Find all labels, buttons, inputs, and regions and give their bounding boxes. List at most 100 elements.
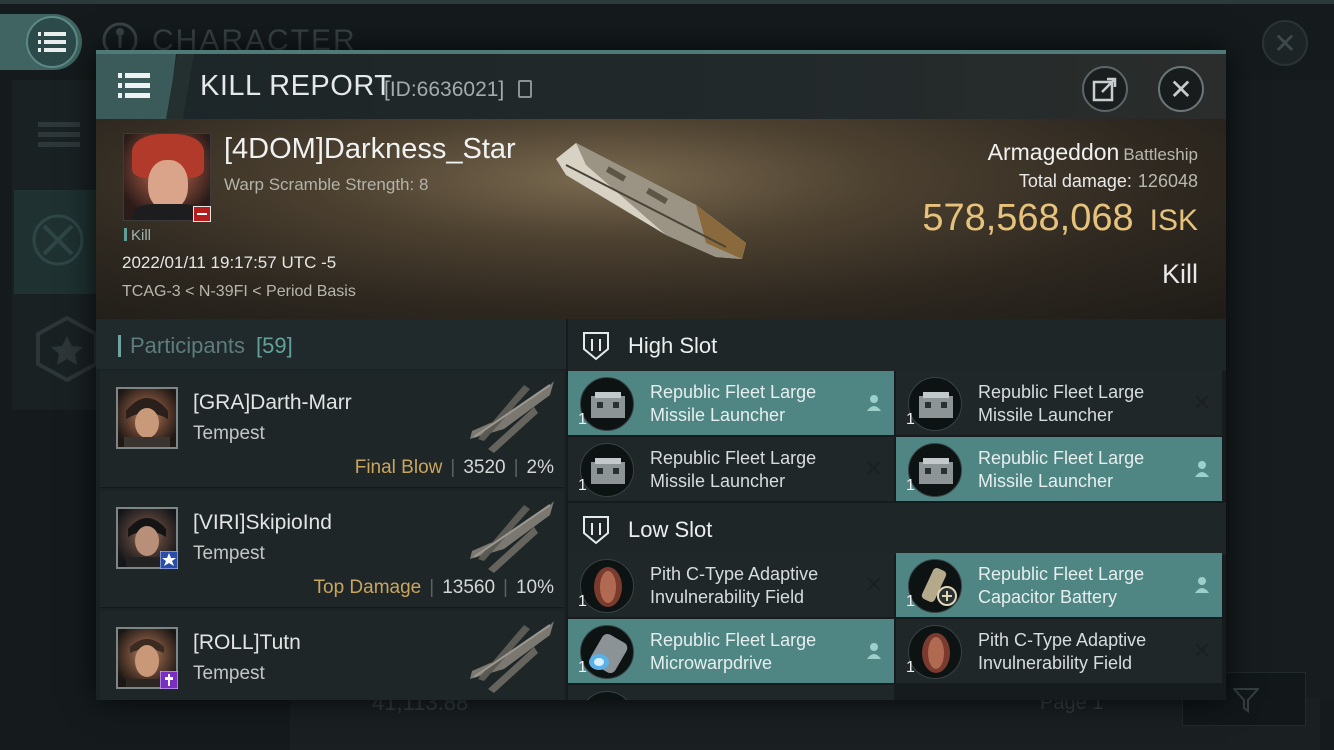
participant-stats: Top Damage | 13560 | 10% (313, 577, 554, 598)
close-icon: ✕ (1169, 73, 1193, 105)
missile-launcher-icon (580, 443, 634, 497)
missile-launcher-icon (908, 377, 962, 431)
ship-name[interactable]: Armageddon Battleship (988, 139, 1198, 166)
module-item-partial[interactable] (568, 685, 894, 700)
damage-percent: 2% (526, 457, 554, 478)
high-slot-header: High Slot (568, 319, 1226, 371)
participant-row[interactable]: [ROLL]Tutn Tempest (100, 611, 564, 700)
dropped-pilot-icon (864, 641, 884, 661)
participant-row[interactable]: [VIRI]SkipioInd Tempest Top Damage | 13560… (100, 491, 564, 608)
ship-thumbnail (470, 501, 554, 573)
low-slot-icon (583, 516, 609, 545)
crossed-swords-icon (32, 214, 84, 266)
destroyed-icon: ✕ (864, 572, 884, 597)
high-slot-icon (583, 332, 609, 361)
module-item[interactable]: 1 Pith C-Type Adaptive Invulnerability F… (896, 619, 1222, 683)
dialog-title: KILL REPORT (200, 70, 393, 102)
standing-minus-icon (193, 206, 211, 222)
participants-header: Participants [59] (96, 319, 566, 369)
module-name: Republic Fleet Large Missile Launcher (650, 448, 817, 491)
module-item[interactable]: 1 Pith C-Type Adaptive Invulnerability F… (568, 553, 894, 617)
participant-portrait[interactable] (116, 387, 178, 449)
share-button[interactable] (1082, 66, 1128, 112)
module-item[interactable]: 1 Republic Fleet Large Missile Launcher (896, 437, 1222, 501)
participant-stats: Final Blow | 3520 | 2% (354, 457, 554, 478)
top-damage-tag: Top Damage (313, 577, 422, 598)
module-quantity: 1 (578, 659, 587, 676)
victim-name[interactable]: [4DOM]Darkness_Star (224, 133, 516, 166)
module-name: Republic Fleet Large Missile Launcher (978, 448, 1145, 491)
module-quantity: 1 (906, 593, 915, 610)
external-link-icon (1092, 77, 1117, 102)
top-border (0, 0, 1334, 4)
module-icon (580, 691, 634, 700)
close-button[interactable]: ✕ (1158, 66, 1204, 112)
module-name: Republic Fleet Large Missile Launcher (650, 382, 817, 425)
module-name: Pith C-Type Adaptive Invulnerability Fie… (650, 564, 819, 607)
destroyed-icon: ✕ (1192, 390, 1212, 415)
module-item[interactable]: 1 Republic Fleet Large Missile Launcher … (568, 437, 894, 501)
module-quantity: 1 (906, 659, 915, 676)
copy-icon[interactable] (518, 80, 532, 98)
invulnerability-field-icon (580, 559, 634, 613)
star-badge-icon (160, 551, 178, 569)
participant-row[interactable]: [GRA]Darth-Marr Tempest Final Blow | 3520 |… (100, 371, 564, 488)
damage-value: 3520 (463, 457, 506, 478)
dialog-header: KILL REPORT [ID:6636021] ✕ (96, 54, 1226, 119)
module-quantity: 1 (578, 411, 587, 428)
participant-ship: Tempest (193, 663, 265, 684)
participant-name: [GRA]Darth-Marr (193, 391, 352, 414)
list-icon (38, 122, 80, 147)
module-item[interactable]: 1 Republic Fleet Large Capacitor Battery (896, 553, 1222, 617)
participant-name: [VIRI]SkipioInd (193, 511, 332, 534)
background-close-button[interactable]: ✕ (1262, 20, 1308, 66)
low-slot-title: Low Slot (628, 517, 713, 542)
module-quantity: 1 (578, 477, 587, 494)
module-quantity: 1 (906, 411, 915, 428)
destroyed-icon: ✕ (864, 456, 884, 481)
module-item[interactable]: 1 Republic Fleet Large Missile Launcher … (896, 371, 1222, 435)
star-shield-icon[interactable] (34, 316, 100, 382)
module-name: Republic Fleet Large Microwarpdrive (650, 630, 817, 673)
high-slot-title: High Slot (628, 333, 718, 358)
ship-class: Battleship (1123, 145, 1198, 164)
menu-icon (26, 16, 78, 68)
kill-report-dialog: KILL REPORT [ID:6636021] ✕ [4DOM]Darknes… (96, 50, 1226, 700)
missile-launcher-icon (908, 443, 962, 497)
dropped-pilot-icon (864, 393, 884, 413)
capacitor-battery-icon (908, 559, 962, 613)
participant-ship: Tempest (193, 423, 265, 444)
kill-tag: Kill (124, 227, 151, 244)
dialog-menu-button[interactable] (96, 54, 176, 119)
fitting-panel: High Slot 1 Republic Fleet Large Missile… (568, 319, 1226, 700)
module-name: Republic Fleet Large Missile Launcher (978, 382, 1145, 425)
total-damage: Total damage: 126048 (1018, 171, 1198, 191)
victim-banner: [4DOM]Darkness_Star Warp Scramble Streng… (96, 119, 1226, 319)
isk-value: 578,568,068 ISK (922, 197, 1198, 239)
module-item[interactable]: 1 Republic Fleet Large Microwarpdrive (568, 619, 894, 683)
warp-scramble-strength: Warp Scramble Strength: 8 (224, 175, 429, 194)
module-item[interactable]: 1 Republic Fleet Large Missile Launcher (568, 371, 894, 435)
participants-label: Participants (130, 333, 245, 358)
filter-icon (1233, 688, 1259, 713)
final-blow-tag: Final Blow (354, 457, 443, 478)
participants-panel: Participants [59] [GRA]Darth-Marr Tempes… (96, 319, 566, 700)
right-panel (1226, 80, 1334, 700)
kill-timestamp: 2022/01/11 19:17:57 UTC -5 (122, 253, 337, 272)
main-menu-button[interactable] (0, 14, 82, 70)
module-name: Pith C-Type Adaptive Invulnerability Fie… (978, 630, 1147, 673)
standing-badge-icon (160, 671, 178, 689)
module-quantity: 1 (578, 593, 587, 610)
kill-location[interactable]: TCAG-3 < N-39FI < Period Basis (122, 283, 356, 301)
damage-percent: 10% (515, 577, 554, 598)
module-quantity: 1 (906, 477, 915, 494)
kill-id: [ID:6636021] (384, 78, 505, 101)
character-tab-combat[interactable] (14, 190, 96, 294)
microwarpdrive-icon (580, 625, 634, 679)
dropped-pilot-icon (1192, 459, 1212, 479)
ship-thumbnail (470, 381, 554, 453)
dropped-pilot-icon (1192, 575, 1212, 595)
module-name: Republic Fleet Large Capacitor Battery (978, 564, 1145, 607)
ship-image[interactable] (546, 135, 756, 265)
kill-result: Kill (1161, 259, 1198, 289)
